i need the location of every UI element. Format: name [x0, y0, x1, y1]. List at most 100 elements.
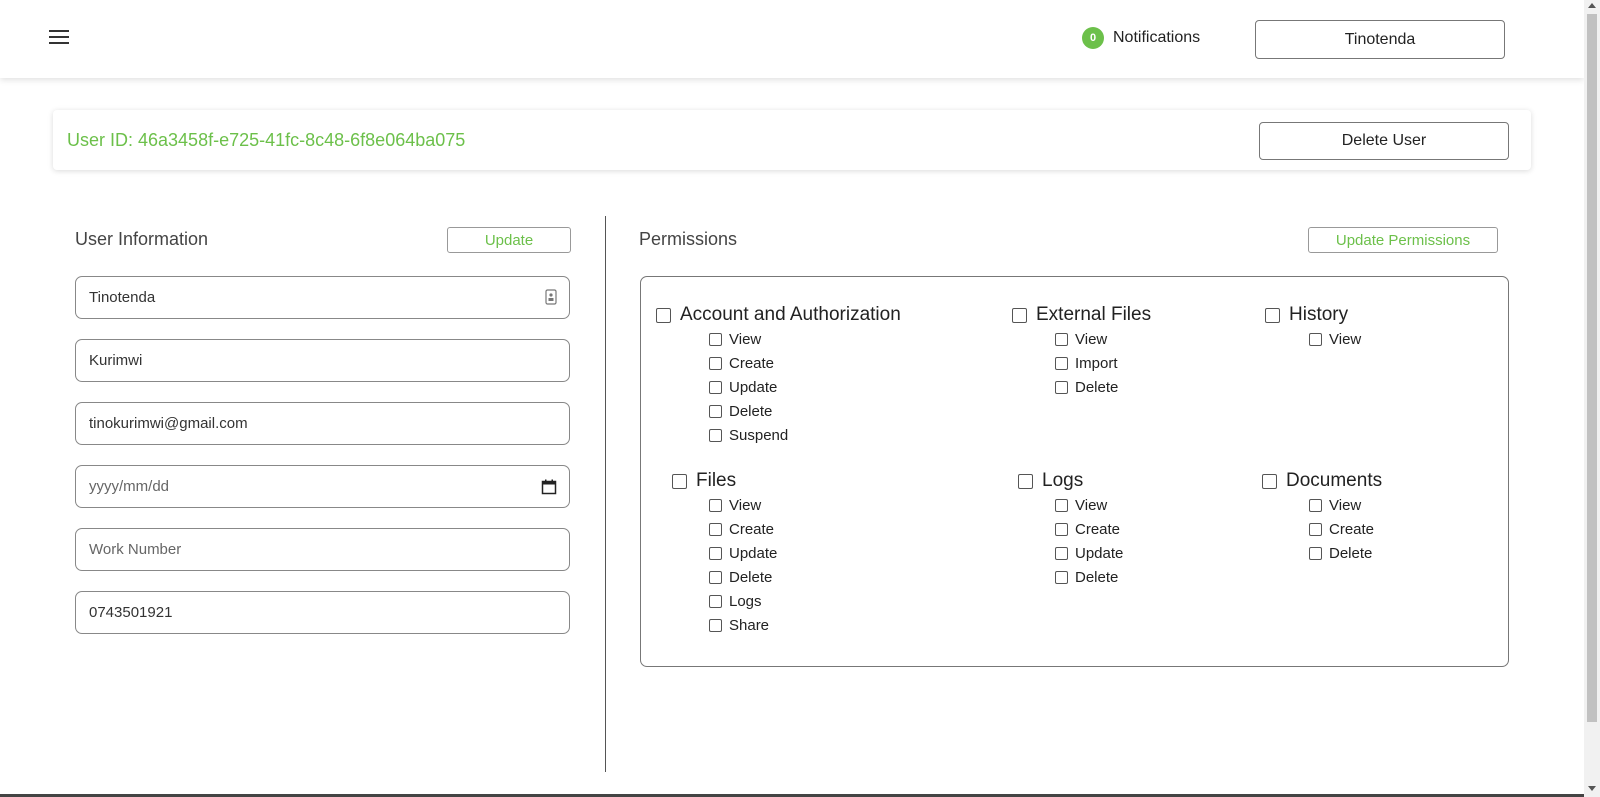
group-header[interactable]: Account and Authorization [656, 303, 901, 327]
email-field[interactable]: tinokurimwi@gmail.com [75, 402, 570, 445]
permission-item[interactable]: Create [709, 517, 777, 541]
permission-item[interactable]: Delete [1055, 565, 1123, 589]
permission-item[interactable]: Delete [1055, 375, 1151, 399]
checkbox[interactable] [709, 356, 722, 370]
phone-number-field[interactable]: 0743501921 [75, 591, 570, 634]
checkbox[interactable] [1055, 570, 1068, 584]
permission-item[interactable]: View [1309, 327, 1361, 351]
permission-item[interactable]: Logs [709, 589, 777, 613]
group-label: Documents [1286, 470, 1383, 491]
group-checkbox[interactable] [1265, 307, 1280, 323]
group-header[interactable]: History [1265, 303, 1361, 327]
permission-item[interactable]: View [1309, 493, 1382, 517]
permission-item[interactable]: Delete [709, 399, 901, 423]
permission-label: View [1329, 330, 1362, 348]
group-header[interactable]: Files [672, 469, 777, 493]
permission-item[interactable]: Delete [709, 565, 777, 589]
first-name-field[interactable]: Tinotenda [75, 276, 570, 319]
permission-group-history: History View [1265, 303, 1361, 351]
calendar-icon[interactable] [541, 479, 557, 495]
checkbox[interactable] [1309, 522, 1322, 536]
date-of-birth-field[interactable]: yyyy/mm/dd [75, 465, 570, 508]
permission-item[interactable]: View [709, 493, 777, 517]
permission-item[interactable]: Update [709, 541, 777, 565]
checkbox[interactable] [709, 498, 722, 512]
permission-label: Update [1075, 544, 1124, 562]
checkbox[interactable] [709, 404, 722, 418]
group-header[interactable]: External Files [1012, 303, 1151, 327]
contact-card-icon [545, 289, 557, 305]
work-number-field[interactable]: Work Number [75, 528, 570, 571]
user-menu-button[interactable]: Tinotenda [1255, 20, 1505, 59]
permission-label: Create [1329, 520, 1375, 538]
checkbox[interactable] [1309, 332, 1322, 346]
permission-label: View [1075, 330, 1108, 348]
group-checkbox[interactable] [672, 473, 687, 489]
permission-item[interactable]: Update [709, 375, 901, 399]
update-permissions-button[interactable]: Update Permissions [1308, 227, 1498, 253]
checkbox[interactable] [1055, 380, 1068, 394]
scrollbar-thumb[interactable] [1587, 14, 1597, 722]
permission-item[interactable]: Update [1055, 541, 1123, 565]
last-name-field[interactable]: Kurimwi [75, 339, 570, 382]
checkbox[interactable] [709, 428, 722, 442]
group-checkbox[interactable] [1262, 473, 1277, 489]
delete-user-button[interactable]: Delete User [1259, 122, 1509, 160]
permission-label: Update [729, 544, 778, 562]
permission-group-files: Files View Create Update Delete Logs Sha… [672, 469, 777, 637]
group-header[interactable]: Logs [1018, 469, 1123, 493]
group-checkbox[interactable] [1012, 307, 1027, 323]
permissions-title: Permissions [639, 229, 738, 249]
permission-item[interactable]: View [1055, 327, 1151, 351]
checkbox[interactable] [709, 570, 722, 584]
group-label: Files [696, 470, 737, 491]
permission-label: Create [729, 520, 775, 538]
permission-item[interactable]: View [709, 327, 901, 351]
permission-item[interactable]: Suspend [709, 423, 901, 447]
permission-label: Update [729, 378, 778, 396]
permission-label: View [729, 330, 762, 348]
checkbox[interactable] [1055, 522, 1068, 536]
group-checkbox[interactable] [656, 307, 671, 323]
permission-label: Delete [729, 402, 773, 420]
checkbox[interactable] [709, 332, 722, 346]
permission-label: Delete [729, 568, 773, 586]
permission-item[interactable]: Create [1309, 517, 1382, 541]
permission-item[interactable]: Delete [1309, 541, 1382, 565]
permission-item[interactable]: Import [1055, 351, 1151, 375]
notifications[interactable]: 0 Notifications [1082, 27, 1200, 49]
permission-label: View [1075, 496, 1108, 514]
checkbox[interactable] [1309, 546, 1322, 560]
scroll-up-arrow-icon[interactable] [1588, 3, 1596, 8]
group-label: History [1289, 304, 1349, 325]
group-header[interactable]: Documents [1262, 469, 1382, 493]
permission-label: Delete [1075, 378, 1119, 396]
checkbox[interactable] [1309, 498, 1322, 512]
checkbox[interactable] [709, 522, 722, 536]
checkbox[interactable] [709, 594, 722, 608]
column-divider [605, 216, 606, 772]
group-label: External Files [1036, 304, 1152, 325]
menu-icon[interactable] [49, 30, 69, 46]
checkbox[interactable] [709, 380, 722, 394]
permission-item[interactable]: Create [1055, 517, 1123, 541]
checkbox[interactable] [1055, 546, 1068, 560]
checkbox[interactable] [1055, 498, 1068, 512]
checkbox[interactable] [1055, 356, 1068, 370]
permission-item[interactable]: Share [709, 613, 777, 637]
permission-label: Suspend [729, 426, 789, 444]
checkbox[interactable] [709, 618, 722, 632]
update-user-button[interactable]: Update [447, 227, 571, 253]
date-placeholder: yyyy/mm/dd [89, 478, 170, 495]
checkbox[interactable] [709, 546, 722, 560]
permission-label: Logs [729, 592, 762, 610]
permission-item[interactable]: Create [709, 351, 901, 375]
permission-item[interactable]: View [1055, 493, 1123, 517]
group-checkbox[interactable] [1018, 473, 1033, 489]
work-number-placeholder: Work Number [89, 541, 182, 558]
permission-label: Delete [1329, 544, 1373, 562]
user-id-card: User ID: 46a3458f-e725-41fc-8c48-6f8e064… [53, 110, 1531, 170]
permission-label: View [729, 496, 762, 514]
checkbox[interactable] [1055, 332, 1068, 346]
scroll-down-arrow-icon[interactable] [1588, 786, 1596, 791]
